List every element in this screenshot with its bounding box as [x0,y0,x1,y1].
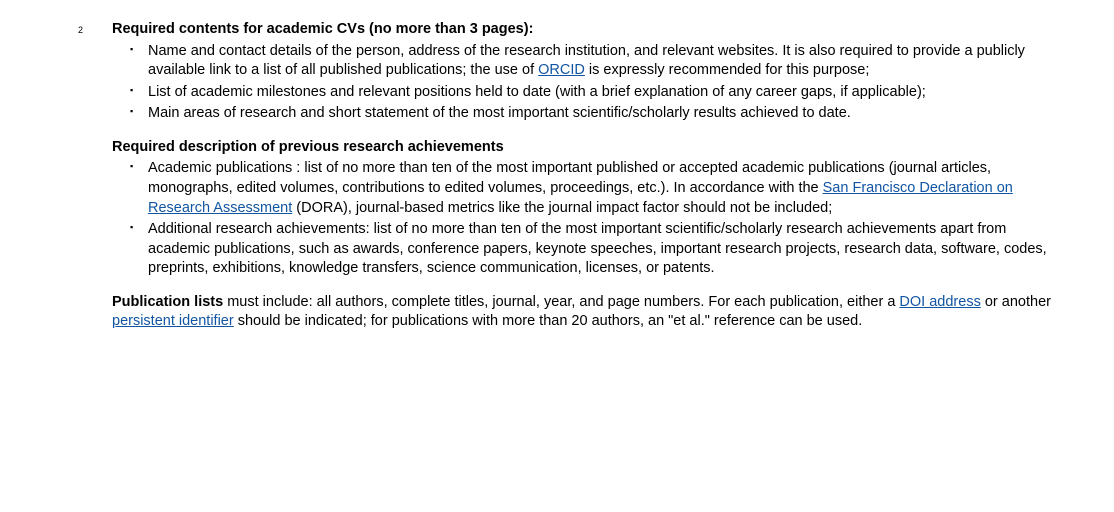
heading-cv-contents: Required contents for academic CVs (no m… [112,20,1054,40]
list-item: Additional research achievements: list o… [130,220,1054,279]
list-item: Academic publications : list of no more … [130,159,1054,218]
text: is expressly recommended for this purpos… [585,62,870,78]
link-persistent-identifier[interactable]: persistent identifier [112,313,234,329]
section-research-achievements: Required description of previous researc… [112,138,1054,279]
heading-research-achievements: Required description of previous researc… [112,138,1054,158]
list-item: List of academic milestones and relevant… [130,83,1054,103]
list-item: Name and contact details of the person, … [130,42,1054,81]
footnote-number: 2 [78,24,83,36]
text: or another [981,294,1051,310]
bold-label: Publication lists [112,294,223,310]
document-content: Required contents for academic CVs (no m… [112,20,1054,332]
text: should be indicated; for publications wi… [234,313,863,329]
list-cv-contents: Name and contact details of the person, … [112,42,1054,124]
list-item: Main areas of research and short stateme… [130,104,1054,124]
list-research-achievements: Academic publications : list of no more … [112,159,1054,278]
section-cv-contents: Required contents for academic CVs (no m… [112,20,1054,124]
text: (DORA), journal-based metrics like the j… [292,200,832,216]
link-orcid[interactable]: ORCID [538,62,585,78]
text: must include: all authors, complete titl… [223,294,899,310]
section-publication-lists: Publication lists must include: all auth… [112,293,1054,332]
paragraph-publication-lists: Publication lists must include: all auth… [112,293,1054,332]
link-doi[interactable]: DOI address [899,294,980,310]
